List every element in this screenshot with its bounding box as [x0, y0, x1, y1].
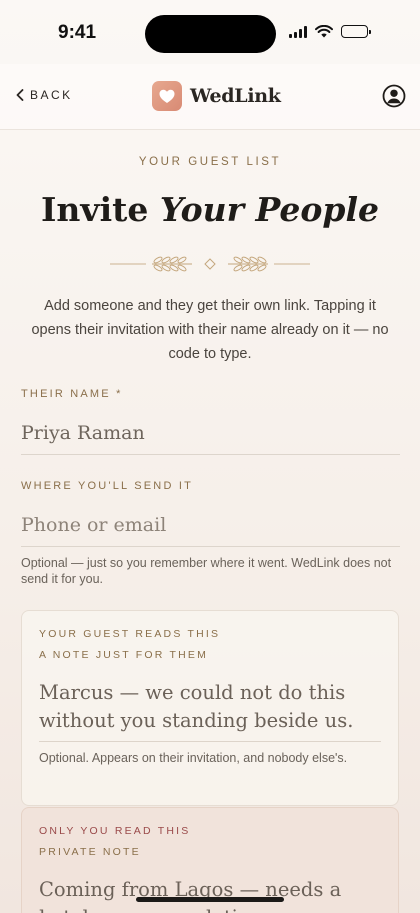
title-plain: Invite — [41, 190, 160, 229]
back-label: BACK — [30, 88, 73, 102]
guest-note-eyebrow: YOUR GUEST READS THIS — [39, 628, 221, 640]
guest-note-label: A NOTE JUST FOR THEM — [39, 649, 209, 661]
wifi-icon — [315, 25, 333, 38]
contact-field-label: WHERE YOU'LL SEND IT — [21, 480, 194, 492]
private-note-label: PRIVATE NOTE — [39, 846, 141, 858]
dynamic-island — [145, 15, 276, 53]
chevron-left-icon — [16, 89, 24, 101]
name-input[interactable] — [21, 411, 400, 455]
home-indicator — [136, 897, 284, 902]
user-circle-icon — [382, 84, 406, 108]
back-button[interactable]: BACK — [16, 88, 73, 102]
nav-header: BACK WedLink — [0, 64, 420, 130]
cellular-signal-icon — [289, 25, 307, 38]
brand-logo — [152, 81, 182, 111]
laurel-divider-icon — [110, 256, 310, 272]
guest-note-input[interactable]: Marcus — we could not do this without yo… — [39, 679, 384, 735]
brand: WedLink — [152, 81, 281, 111]
status-icons — [289, 25, 371, 38]
contact-helper-text: Optional — just so you remember where it… — [21, 556, 392, 586]
title-accent: Your People — [159, 190, 379, 229]
battery-icon — [341, 25, 371, 38]
private-note-input[interactable]: Coming from Lagos — needs a hotel recomm… — [39, 876, 384, 913]
page-title: Invite Your People — [0, 190, 420, 229]
section-eyebrow: YOUR GUEST LIST — [138, 156, 282, 168]
name-field-label: THEIR NAME * — [21, 388, 123, 400]
guest-note-card: YOUR GUEST READS THIS A NOTE JUST FOR TH… — [21, 610, 399, 806]
contact-input[interactable] — [21, 503, 400, 547]
profile-button[interactable] — [382, 84, 406, 112]
guest-note-divider — [39, 741, 381, 742]
brand-name: WedLink — [190, 85, 281, 107]
intro-text: Add someone and they get their own link.… — [31, 298, 389, 362]
status-bar: 9:41 — [0, 0, 420, 64]
private-note-eyebrow: ONLY YOU READ THIS — [39, 825, 191, 837]
guest-note-helper: Optional. Appears on their invitation, a… — [39, 751, 348, 765]
status-time: 9:41 — [58, 22, 97, 43]
heart-icon — [159, 89, 175, 103]
